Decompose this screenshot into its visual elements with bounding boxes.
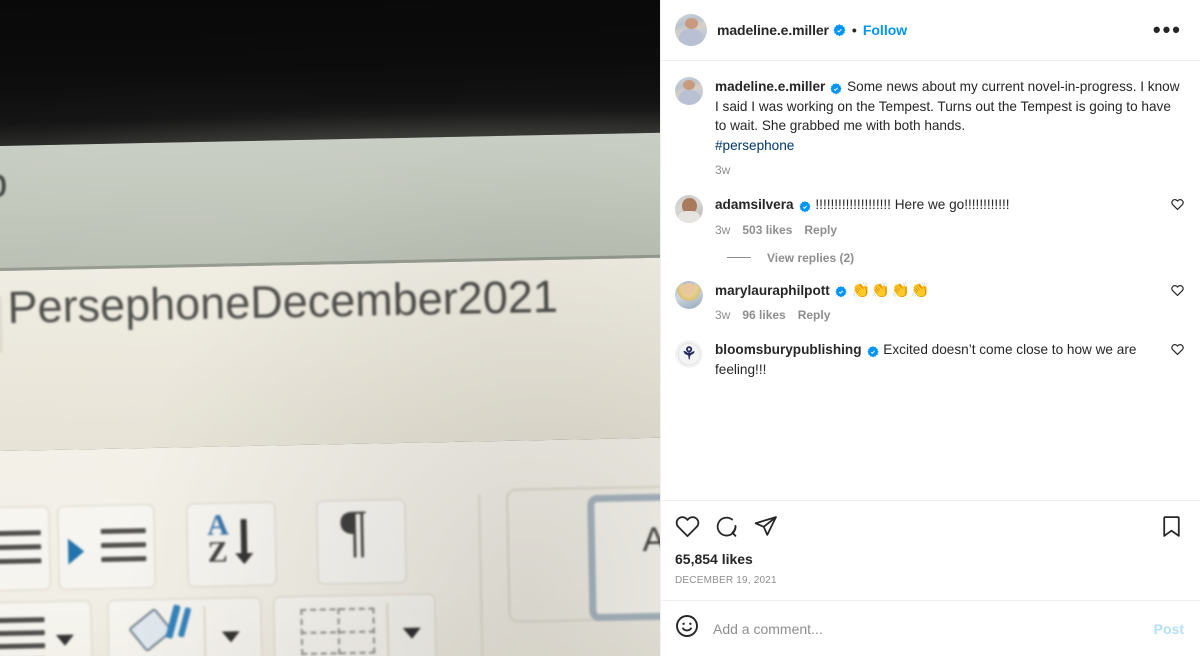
follow-button[interactable]: Follow [863, 22, 907, 38]
style-normal-button[interactable]: AaB N [587, 490, 660, 621]
comment-item: marylauraphilpott 👏👏👏👏 3w 96 likes Reply [675, 280, 1184, 323]
decrease-indent-icon[interactable] [0, 505, 52, 592]
post-author-username[interactable]: madeline.e.miller [717, 22, 829, 38]
word-menu-bar [0, 131, 660, 272]
view-replies-button[interactable]: View replies (2) [767, 251, 854, 265]
comment-reply-button[interactable]: Reply [804, 223, 837, 237]
view-replies-row[interactable]: View replies (2) [727, 251, 1184, 265]
heart-outline-icon[interactable] [675, 514, 700, 544]
add-comment-input[interactable] [713, 620, 1146, 637]
comment-reply-button[interactable]: Reply [798, 308, 831, 322]
comment-meta: 3w 503 likes Reply [715, 223, 1161, 237]
comment-username[interactable]: bloomsburypublishing [715, 342, 862, 357]
caption-timestamp: 3w [715, 163, 731, 177]
caption-body: madeline.e.miller Some news about my cur… [715, 77, 1184, 177]
verified-badge-icon [866, 344, 880, 358]
shading-icon[interactable] [107, 596, 264, 656]
comment-item: ⚘ bloomsburypublishing Excited doesn’t c… [675, 340, 1184, 379]
word-toolbar-group: A Z ¶ AaB N [0, 483, 660, 656]
caption-hashtag[interactable]: #persephone [715, 138, 794, 153]
avatar[interactable] [675, 77, 703, 105]
action-icons-row [675, 509, 1184, 549]
show-formatting-marks-icon[interactable]: ¶ [316, 498, 408, 585]
avatar[interactable] [675, 14, 707, 46]
comment-text: bloomsburypublishing Excited doesn’t com… [715, 340, 1161, 379]
post-sidebar: madeline.e.miller • Follow ••• madeline.… [660, 0, 1200, 656]
photo-dark-bezel [0, 0, 660, 147]
comment-username[interactable]: adamsilvera [715, 197, 794, 212]
post-media-photo[interactable]: elp PersephoneDecember2021 A Z ¶ AaB [0, 0, 660, 656]
verified-badge-icon [799, 199, 812, 213]
comment-item: adamsilvera !!!!!!!!!!!!!!!!!!!! Here we… [675, 195, 1184, 237]
emoji-smiley-icon[interactable] [675, 614, 699, 643]
shading-dropdown-icon[interactable] [221, 630, 241, 643]
heart-outline-icon[interactable] [1171, 340, 1184, 361]
more-options-button[interactable]: ••• [1153, 19, 1184, 41]
post-date: DECEMBER 19, 2021 [675, 575, 777, 586]
comment-body: adamsilvera !!!!!!!!!!!!!!!!!!!! Here we… [715, 195, 1161, 237]
avatar[interactable] [675, 195, 703, 223]
caption-text: madeline.e.miller Some news about my cur… [715, 77, 1184, 155]
instagram-post: elp PersephoneDecember2021 A Z ¶ AaB mad… [0, 0, 1200, 656]
avatar[interactable] [675, 280, 703, 309]
word-document-filename: PersephoneDecember2021 [7, 270, 559, 333]
line-spacing-dropdown-icon[interactable] [56, 634, 75, 646]
avatar[interactable]: ⚘ [675, 340, 703, 368]
post-actions: 65,854 likes DECEMBER 19, 2021 [661, 500, 1200, 600]
verified-badge-icon [835, 284, 848, 298]
photo-content: elp PersephoneDecember2021 A Z ¶ AaB [0, 0, 660, 656]
bookmark-outline-icon[interactable] [1159, 514, 1184, 544]
comment-timestamp: 3w [715, 222, 731, 237]
comment-likes[interactable]: 503 likes [742, 223, 792, 237]
post-header: madeline.e.miller • Follow ••• [661, 0, 1200, 61]
likes-count[interactable]: 65,854 likes [675, 551, 1184, 567]
borders-icon[interactable] [273, 593, 438, 656]
caption-meta: 3w [715, 163, 1184, 177]
post-caption: madeline.e.miller Some news about my cur… [675, 77, 1184, 177]
toolbar-group-divider [478, 492, 484, 656]
caption-username[interactable]: madeline.e.miller [715, 79, 825, 94]
comment-bubble-icon[interactable] [714, 514, 739, 544]
comment-meta: 3w 96 likes Reply [715, 308, 1161, 322]
verified-badge-icon [833, 23, 846, 37]
comment-body: bloomsburypublishing Excited doesn’t com… [715, 340, 1161, 379]
heart-outline-icon[interactable] [1171, 195, 1184, 216]
bloomsbury-logo-icon: ⚘ [681, 344, 697, 363]
comment-text: adamsilvera !!!!!!!!!!!!!!!!!!!! Here we… [715, 195, 1161, 215]
post-comment-button[interactable]: Post [1146, 621, 1184, 637]
add-comment-bar: Post [661, 600, 1200, 656]
line-spacing-icon[interactable] [0, 600, 94, 656]
comment-text: marylauraphilpott 👏👏👏👏 [715, 281, 1161, 301]
verified-badge-icon [830, 81, 843, 95]
sort-az-icon[interactable]: A Z [186, 500, 278, 587]
share-paper-plane-icon[interactable] [753, 514, 778, 544]
comment-likes[interactable]: 96 likes [742, 308, 785, 322]
word-help-menu-label: elp [0, 160, 9, 206]
comments-list[interactable]: madeline.e.miller Some news about my cur… [661, 61, 1200, 500]
header-separator: • [851, 22, 857, 38]
comment-timestamp: 3w [715, 308, 731, 322]
comment-body-text: 👏👏👏👏 [851, 281, 931, 299]
comment-username[interactable]: marylauraphilpott [715, 283, 830, 298]
increase-indent-icon[interactable] [57, 503, 157, 590]
heart-outline-icon[interactable] [1171, 281, 1184, 302]
view-replies-divider [727, 257, 751, 258]
borders-dropdown-icon[interactable] [403, 627, 422, 639]
comment-body-text: !!!!!!!!!!!!!!!!!!!! Here we go!!!!!!!!!… [815, 197, 1010, 212]
style-gallery-label: AaB [642, 519, 660, 559]
comment-body: marylauraphilpott 👏👏👏👏 3w 96 likes Reply [715, 281, 1161, 323]
